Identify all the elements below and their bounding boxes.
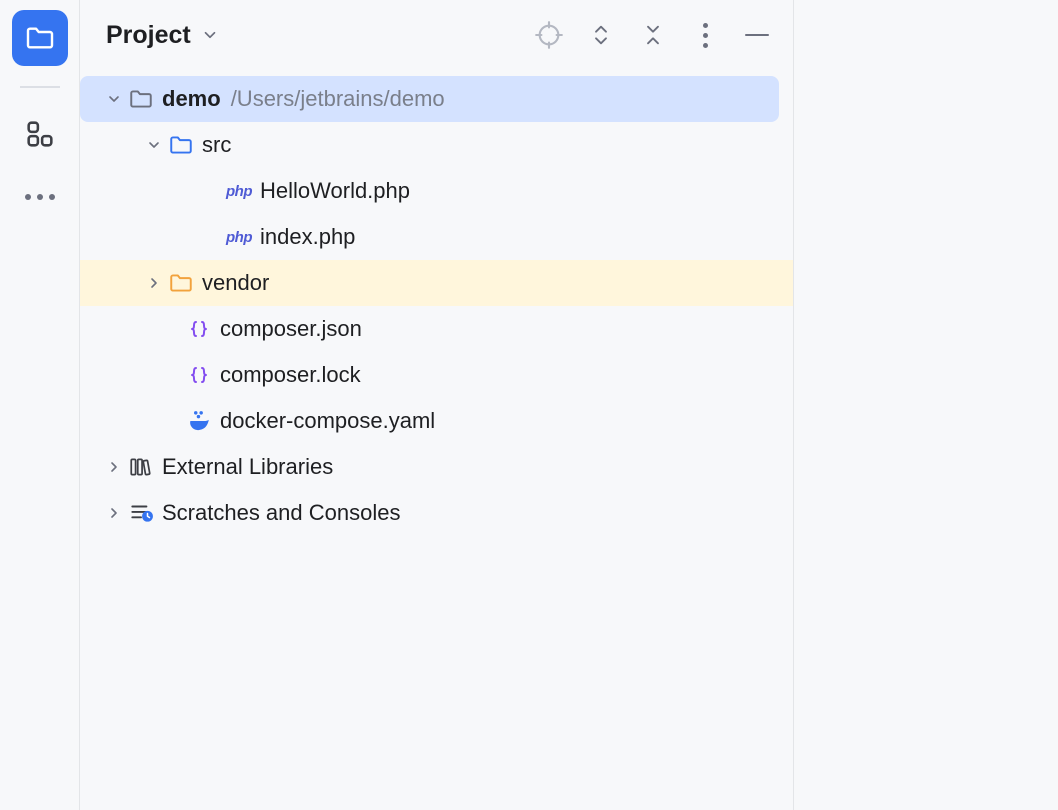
collapse-all-button[interactable] (639, 21, 667, 49)
collapse-icon (643, 22, 663, 48)
chevron-right-icon[interactable] (144, 275, 164, 291)
more-tools-button[interactable] (17, 186, 63, 208)
chevron-down-icon[interactable] (201, 26, 219, 44)
library-icon (126, 452, 156, 482)
expand-icon (591, 22, 611, 48)
project-tool-button[interactable] (12, 10, 68, 66)
tree-node-scratches[interactable]: Scratches and Consoles (80, 490, 779, 536)
tree-node-label: docker-compose.yaml (220, 408, 435, 434)
tree-node-label: composer.lock (220, 362, 361, 388)
chevron-down-icon[interactable] (104, 91, 124, 107)
tree-node-label: src (202, 132, 231, 158)
json-file-icon (184, 360, 214, 390)
folder-icon (126, 84, 156, 114)
folder-icon (24, 22, 56, 54)
chevron-down-icon[interactable] (144, 137, 164, 153)
tree-node-helloworld-php[interactable]: php HelloWorld.php (80, 168, 779, 214)
project-panel: Project (80, 0, 794, 810)
tree-node-label: vendor (202, 270, 269, 296)
tree-node-index-php[interactable]: php index.php (80, 214, 779, 260)
tool-rail (0, 0, 80, 810)
tree-node-label: HelloWorld.php (260, 178, 410, 204)
tree-node-label: index.php (260, 224, 355, 250)
kebab-icon (703, 23, 708, 48)
select-opened-file-button[interactable] (535, 21, 563, 49)
tree-node-label: Scratches and Consoles (162, 500, 400, 526)
editor-area (794, 0, 1058, 810)
structure-icon (23, 117, 57, 151)
tree-node-label: composer.json (220, 316, 362, 342)
tree-node-label: External Libraries (162, 454, 333, 480)
minimize-icon (745, 34, 769, 37)
panel-title[interactable]: Project (106, 21, 191, 50)
tree-node-demo[interactable]: demo /Users/jetbrains/demo (80, 76, 779, 122)
project-tree: demo /Users/jetbrains/demo src php (80, 70, 793, 542)
panel-header: Project (80, 0, 793, 70)
tree-node-path: /Users/jetbrains/demo (231, 86, 445, 112)
tree-node-composer-json[interactable]: composer.json (80, 306, 779, 352)
php-file-icon: php (224, 176, 254, 206)
tree-node-docker-compose[interactable]: docker-compose.yaml (80, 398, 779, 444)
rail-separator (20, 86, 60, 88)
expand-all-button[interactable] (587, 21, 615, 49)
tree-node-external-libraries[interactable]: External Libraries (80, 444, 779, 490)
chevron-right-icon[interactable] (104, 459, 124, 475)
structure-tool-button[interactable] (12, 106, 68, 162)
scratches-icon (126, 498, 156, 528)
php-file-icon: php (224, 222, 254, 252)
docker-icon (184, 406, 214, 436)
tree-node-src[interactable]: src (80, 122, 779, 168)
hide-panel-button[interactable] (743, 21, 771, 49)
source-folder-icon (166, 130, 196, 160)
target-icon (535, 21, 563, 49)
chevron-right-icon[interactable] (104, 505, 124, 521)
tree-node-vendor[interactable]: vendor (80, 260, 793, 306)
tree-node-composer-lock[interactable]: composer.lock (80, 352, 779, 398)
options-button[interactable] (691, 21, 719, 49)
excluded-folder-icon (166, 268, 196, 298)
tree-node-label: demo (162, 86, 221, 112)
json-file-icon (184, 314, 214, 344)
